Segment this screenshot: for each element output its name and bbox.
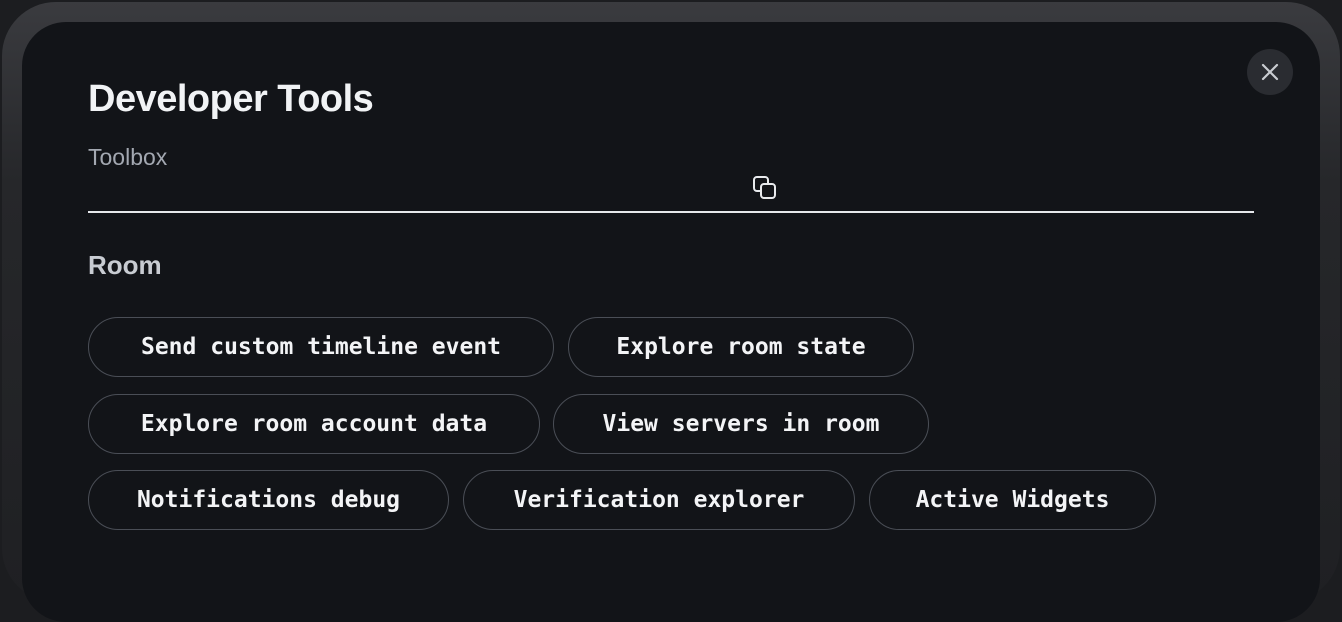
explore-room-state-button[interactable]: Explore room state xyxy=(568,317,914,377)
developer-tools-dialog: Developer Tools Toolbox Room Send custom… xyxy=(22,22,1320,622)
close-icon xyxy=(1261,63,1279,81)
copy-icon xyxy=(753,176,776,199)
divider xyxy=(88,211,1254,213)
verification-explorer-button[interactable]: Verification explorer xyxy=(463,470,855,530)
active-widgets-button[interactable]: Active Widgets xyxy=(869,470,1156,530)
explore-room-account-data-button[interactable]: Explore room account data xyxy=(88,394,540,454)
dialog-title: Developer Tools xyxy=(88,78,374,120)
send-custom-timeline-event-button[interactable]: Send custom timeline event xyxy=(88,317,554,377)
section-heading-room: Room xyxy=(88,250,162,280)
copy-button[interactable] xyxy=(750,173,780,203)
close-button[interactable] xyxy=(1247,49,1293,95)
notifications-debug-button[interactable]: Notifications debug xyxy=(88,470,449,530)
dialog-subtitle: Toolbox xyxy=(88,144,168,170)
view-servers-in-room-button[interactable]: View servers in room xyxy=(553,394,929,454)
